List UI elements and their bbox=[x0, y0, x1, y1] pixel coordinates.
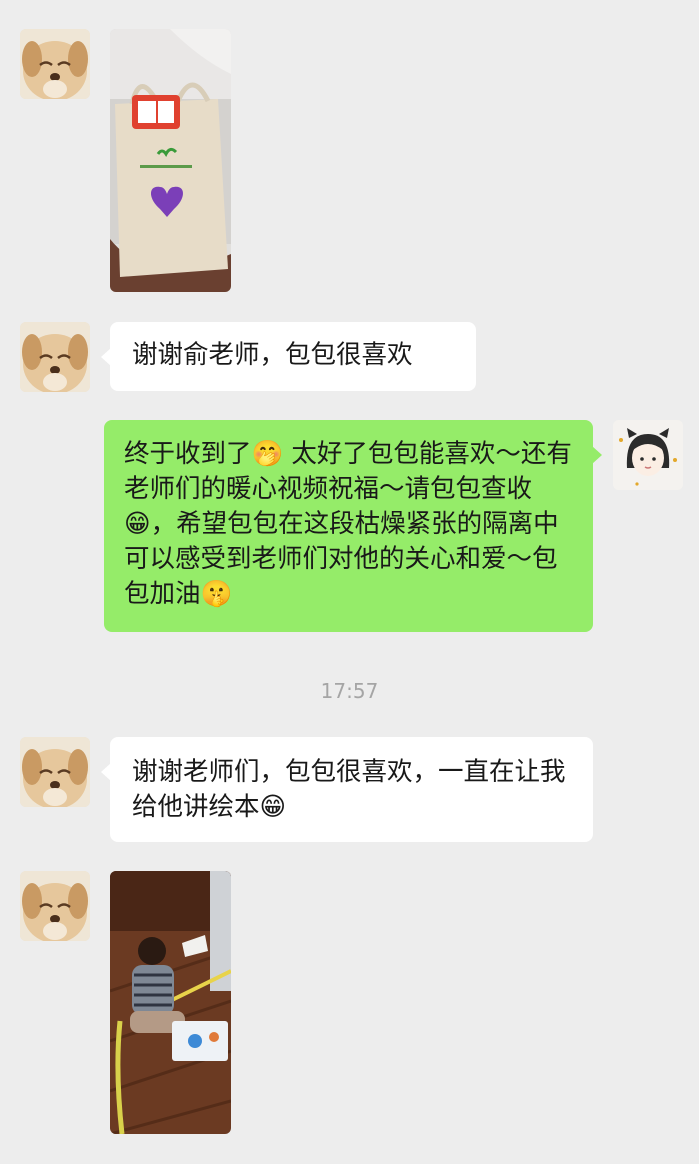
contact-avatar-puppy[interactable] bbox=[20, 29, 90, 99]
message-bubble-received[interactable]: 谢谢老师们，包包很喜欢，一直在让我给他讲绘本😁 bbox=[101, 737, 593, 842]
message-text: 谢谢老师们，包包很喜欢，一直在让我给他讲绘本😁 bbox=[132, 757, 566, 822]
message-text: 谢谢俞老师，包包很喜欢 bbox=[132, 340, 413, 370]
contact-avatar-puppy[interactable] bbox=[20, 871, 90, 941]
self-avatar-cartoon-girl[interactable] bbox=[613, 420, 683, 490]
message-text: 终于收到了🤭 太好了包包能喜欢～还有老师们的暖心视频祝福～请包包查收😁，希望包包… bbox=[124, 439, 572, 609]
contact-avatar-puppy[interactable] bbox=[20, 737, 90, 807]
shared-photo-child-reading[interactable] bbox=[110, 871, 231, 1134]
timestamp: 17:57 bbox=[320, 679, 379, 703]
message-bubble-received[interactable]: 谢谢俞老师，包包很喜欢 bbox=[101, 322, 476, 391]
contact-avatar-puppy[interactable] bbox=[20, 322, 90, 392]
shared-photo-tote-bag[interactable] bbox=[110, 29, 231, 292]
message-bubble-sent[interactable]: 终于收到了🤭 太好了包包能喜欢～还有老师们的暖心视频祝福～请包包查收😁，希望包包… bbox=[104, 420, 602, 632]
